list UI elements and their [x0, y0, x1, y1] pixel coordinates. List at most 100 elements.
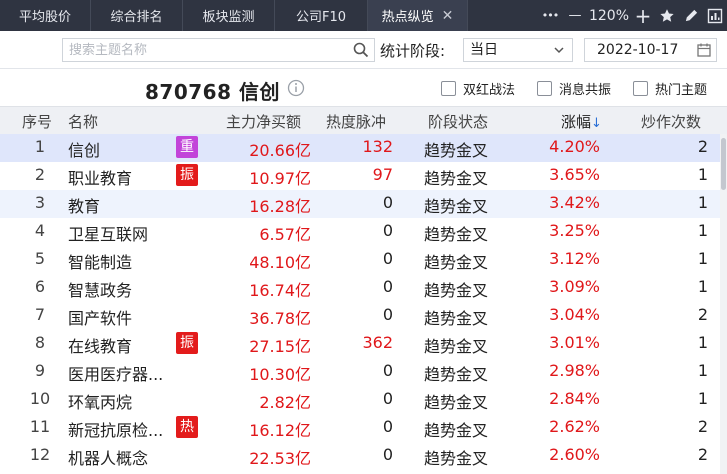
row-change-pct: 2.98%: [549, 361, 600, 380]
row-stage: 趋势金叉: [424, 365, 489, 384]
row-heat: 0: [382, 389, 393, 408]
table-row[interactable]: 9 医用医疗器... 10.30亿 0 趋势金叉 2.98% 1: [0, 358, 720, 386]
row-change-pct: 3.01%: [549, 333, 600, 352]
checkbox-label: 热门主题: [655, 83, 708, 98]
row-hype-count: 1: [697, 277, 708, 296]
stage-select[interactable]: 当日: [463, 38, 573, 62]
checkbox-box[interactable]: [633, 81, 648, 96]
col-name[interactable]: 名称: [68, 111, 98, 132]
row-index: 2: [34, 165, 46, 184]
row-hype-count: 1: [697, 361, 708, 380]
tab-label: 平均股价: [18, 10, 71, 25]
col-change-pct[interactable]: 涨幅↓: [561, 111, 602, 132]
row-stage: 趋势金叉: [424, 253, 489, 272]
row-index: 8: [34, 333, 46, 352]
vertical-scrollbar[interactable]: [720, 134, 727, 474]
row-hype-count: 2: [697, 417, 708, 436]
tab-hotspot-overview[interactable]: 热点纵览 ✕: [368, 0, 468, 31]
date-picker[interactable]: 2022-10-17: [584, 38, 717, 62]
row-change-pct: 4.20%: [549, 137, 600, 156]
table-row[interactable]: 10 环氧丙烷 2.82亿 0 趋势金叉 2.84% 1: [0, 386, 720, 414]
tab-average-price[interactable]: 平均股价: [0, 0, 91, 31]
tag-badge-hot: 热: [176, 416, 198, 438]
table-header: 序号 名称 主力净买额 热度脉冲 阶段状态 涨幅↓ 炒作次数: [0, 106, 727, 134]
tag-badge-surge: 振: [176, 164, 198, 186]
row-heat: 0: [382, 277, 393, 296]
row-name: 国产软件: [68, 309, 133, 328]
row-index: 3: [34, 193, 46, 212]
more-icon[interactable]: •••: [537, 0, 563, 31]
row-hype-count: 2: [697, 305, 708, 324]
row-stage: 趋势金叉: [424, 141, 489, 160]
table-row[interactable]: 1 信创 重 20.66亿 132 趋势金叉 4.20% 2: [0, 134, 720, 162]
table-row[interactable]: 11 新冠抗原检... 热 16.12亿 0 趋势金叉 2.62% 2: [0, 414, 720, 442]
scrollbar-thumb[interactable]: [721, 138, 726, 190]
row-name: 医用医疗器...: [68, 365, 164, 384]
checkbox-box[interactable]: [537, 81, 552, 96]
zoom-level: 120%: [588, 7, 630, 24]
row-index: 5: [34, 249, 46, 268]
zoom-out-button[interactable]: —: [563, 0, 587, 31]
row-change-pct: 3.12%: [549, 249, 600, 268]
tab-sector-monitor[interactable]: 板块监测: [183, 0, 275, 31]
star-icon[interactable]: [655, 0, 679, 31]
sort-desc-icon: ↓: [591, 116, 602, 131]
calendar-icon[interactable]: [696, 42, 712, 58]
table-row[interactable]: 6 智慧政务 16.74亿 0 趋势金叉 3.09% 1: [0, 274, 720, 302]
zoom-in-button[interactable]: +: [631, 0, 655, 31]
row-name: 环氧丙烷: [68, 393, 133, 412]
row-hype-count: 2: [697, 445, 708, 464]
tag-badge-surge: 振: [176, 332, 198, 354]
table-row[interactable]: 3 教育 16.28亿 0 趋势金叉 3.42% 1: [0, 190, 720, 218]
row-heat: 362: [362, 333, 393, 352]
checkbox-news-resonance[interactable]: 消息共振: [537, 79, 611, 98]
row-name: 教育: [68, 197, 101, 216]
col-net-buy[interactable]: 主力净买额: [226, 111, 301, 132]
table-row[interactable]: 5 智能制造 48.10亿 0 趋势金叉 3.12% 1: [0, 246, 720, 274]
row-stage: 趋势金叉: [424, 309, 489, 328]
col-heat-pulse[interactable]: 热度脉冲: [326, 111, 386, 132]
row-name: 卫星互联网: [68, 225, 149, 244]
row-net-buy: 48.10亿: [249, 253, 311, 272]
col-index[interactable]: 序号: [22, 111, 52, 132]
edit-icon[interactable]: [679, 0, 703, 31]
col-hype-count[interactable]: 炒作次数: [641, 111, 701, 132]
stage-label: 统计阶段:: [380, 42, 446, 60]
row-hype-count: 1: [697, 389, 708, 408]
search-icon[interactable]: [352, 41, 370, 59]
row-name: 智慧政务: [68, 281, 133, 300]
row-change-pct: 3.04%: [549, 305, 600, 324]
row-index: 6: [34, 277, 46, 296]
tab-company-f10[interactable]: 公司F10: [275, 0, 368, 31]
row-hype-count: 2: [697, 137, 708, 156]
tab-label: 板块监测: [202, 10, 255, 25]
table-row[interactable]: 2 职业教育 振 10.97亿 97 趋势金叉 3.65% 1: [0, 162, 720, 190]
row-hype-count: 1: [697, 333, 708, 352]
close-tab-icon[interactable]: ✕: [442, 8, 454, 24]
tab-composite-ranking[interactable]: 综合排名: [91, 0, 183, 31]
theme-search-input[interactable]: [63, 39, 343, 62]
chart-view-icon[interactable]: [703, 0, 727, 31]
info-icon[interactable]: [287, 79, 305, 97]
row-name: 机器人概念: [68, 449, 149, 468]
row-stage: 趋势金叉: [424, 337, 489, 356]
row-net-buy: 16.12亿: [249, 421, 311, 440]
col-stage-status[interactable]: 阶段状态: [428, 111, 488, 132]
checkbox-box[interactable]: [441, 81, 456, 96]
chevron-down-icon: [554, 39, 564, 68]
row-net-buy: 20.66亿: [249, 141, 311, 160]
tab-label: 公司F10: [295, 10, 347, 25]
row-heat: 0: [382, 193, 393, 212]
checkbox-hot-theme[interactable]: 热门主题: [633, 79, 707, 98]
table-row[interactable]: 7 国产软件 36.78亿 0 趋势金叉 3.04% 2: [0, 302, 720, 330]
checkbox-label: 消息共振: [559, 83, 612, 98]
checkbox-double-red[interactable]: 双红战法: [441, 79, 515, 98]
table-row[interactable]: 4 卫星互联网 6.57亿 0 趋势金叉 3.25% 1: [0, 218, 720, 246]
row-stage: 趋势金叉: [424, 281, 489, 300]
table-row[interactable]: 8 在线教育 振 27.15亿 362 趋势金叉 3.01% 1: [0, 330, 720, 358]
row-change-pct: 2.60%: [549, 445, 600, 464]
row-index: 10: [29, 389, 51, 408]
table-row[interactable]: 12 机器人概念 22.53亿 0 趋势金叉 2.60% 2: [0, 442, 720, 470]
row-hype-count: 1: [697, 221, 708, 240]
row-heat: 132: [362, 137, 393, 156]
